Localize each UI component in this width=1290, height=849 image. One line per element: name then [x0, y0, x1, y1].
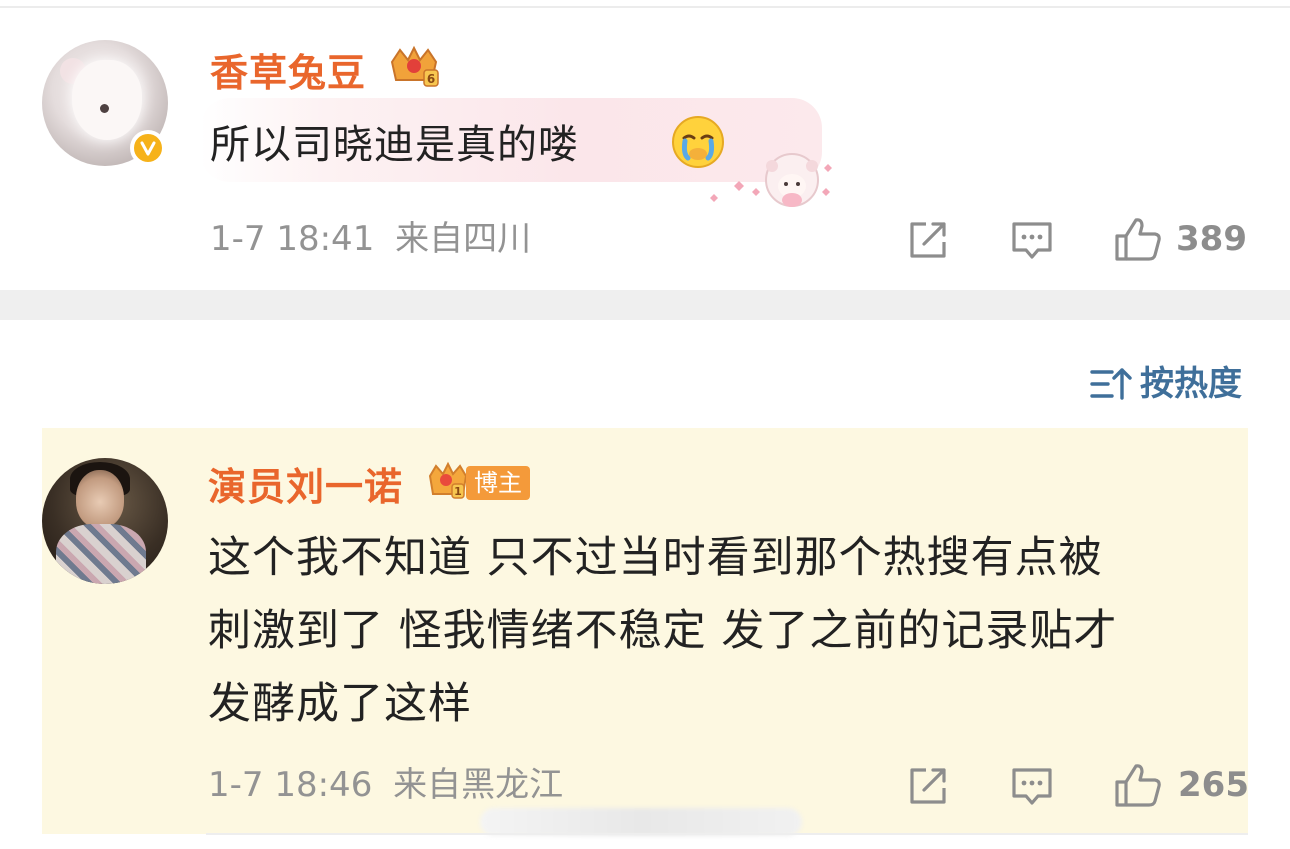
comment-icon[interactable] [1010, 218, 1054, 262]
like-count: 389 [1176, 219, 1247, 259]
svg-text:6: 6 [427, 72, 435, 86]
top-divider [0, 6, 1290, 8]
comment-icon[interactable] [1010, 764, 1054, 808]
bottom-divider [206, 833, 1248, 835]
verified-icon [130, 130, 166, 166]
section-divider [0, 290, 1290, 320]
sort-icon[interactable] [1090, 364, 1132, 404]
username[interactable]: 香草兔豆 [210, 54, 366, 92]
reply-line: 这个我不知道 只不过当时看到那个热搜有点被 [208, 533, 1103, 583]
reply-text: 这个我不知道 只不过当时看到那个热搜有点被 刺激到了 怪我情绪不稳定 发了之前的… [208, 522, 1248, 741]
share-icon[interactable] [906, 218, 950, 262]
reply-avatar[interactable] [42, 458, 168, 584]
reply-line: 刺激到了 怪我情绪不稳定 发了之前的记录贴才 [208, 606, 1118, 656]
timestamp: 1-7 18:46 [208, 765, 373, 805]
share-icon[interactable] [906, 764, 950, 808]
sheep-sticker-icon [704, 140, 840, 212]
like-icon[interactable] [1114, 762, 1162, 808]
level-crown-icon: 6 [386, 44, 442, 90]
timestamp: 1-7 18:41 [210, 219, 375, 259]
location: 来自黑龙江 [393, 765, 564, 805]
sort-by-hot-button[interactable]: 按热度 [1140, 367, 1242, 401]
reply-meta: 1-7 18:46 来自黑龙江 [208, 768, 563, 802]
blogger-tag: 博主 [466, 466, 530, 500]
like-count: 265 [1178, 765, 1249, 805]
like-icon[interactable] [1114, 216, 1162, 262]
comment-meta: 1-7 18:41 来自四川 [210, 222, 531, 256]
comment-text: 所以司晓迪是真的喽 [210, 122, 579, 168]
reply-username[interactable]: 演员刘一诺 [208, 468, 403, 506]
reply-line: 发酵成了这样 [208, 679, 472, 729]
watermark-blur [480, 808, 802, 836]
level-crown-icon: 1 [426, 460, 470, 504]
location: 来自四川 [395, 219, 532, 259]
svg-text:1: 1 [454, 485, 462, 498]
